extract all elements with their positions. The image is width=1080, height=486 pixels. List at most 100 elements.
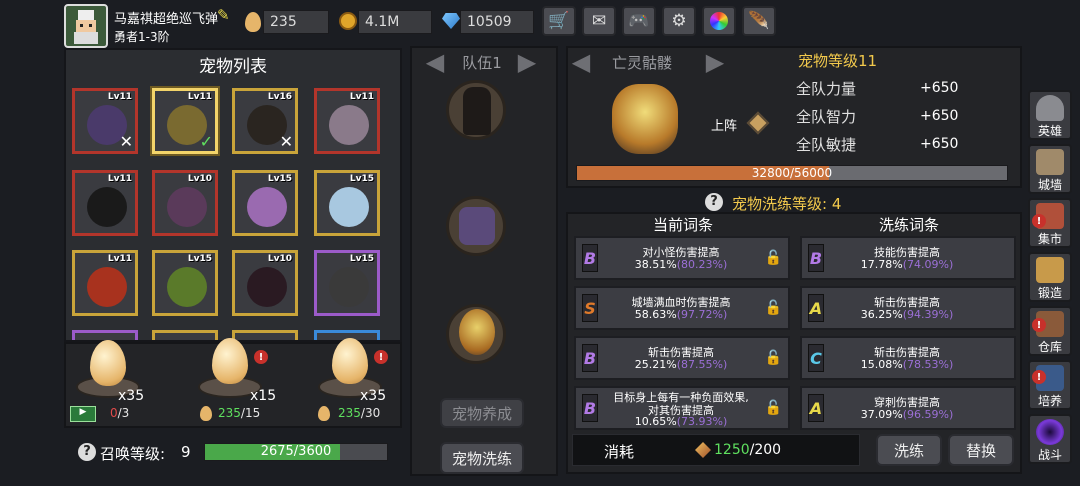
next-pet-arrow-icon[interactable]: ▶ (700, 48, 730, 76)
gold-currency: 4.1M (358, 10, 432, 34)
grade-badge: B (582, 344, 598, 372)
reroll-button[interactable]: 洗练 (876, 434, 942, 466)
gamepad-icon[interactable]: 🎮 (622, 6, 656, 36)
sidebar-item-training[interactable]: 培养 (1028, 360, 1072, 410)
alert-badge-icon: ! (374, 350, 388, 364)
unequip-x-icon: ✕ (279, 132, 293, 151)
shop-icon[interactable]: 🛒 (542, 6, 576, 36)
pet-slot[interactable]: Lv11 (72, 250, 138, 316)
grade-badge: A (808, 394, 824, 422)
pet-xp-text: 32800/56000 (751, 166, 833, 180)
summon-egg-icon[interactable] (212, 338, 248, 384)
prev-pet-arrow-icon[interactable]: ◀ (566, 48, 596, 76)
pet-slot[interactable]: Lv16 ✕ (232, 88, 298, 154)
next-team-arrow-icon[interactable]: ▶ (512, 48, 542, 76)
player-avatar[interactable] (64, 4, 108, 48)
mail-icon[interactable]: ✉ (582, 6, 616, 36)
pet-slot[interactable]: Lv15 (152, 250, 218, 316)
new-affix-row: B 技能伤害提高 17.78%(74.09%) (800, 236, 1016, 280)
checkmark-icon: ✓ (199, 132, 213, 151)
unlock-icon[interactable]: 🔓 (765, 400, 782, 416)
player-rank: 勇者1-3阶 (114, 30, 170, 44)
unlock-icon[interactable]: 🔓 (765, 250, 782, 266)
gold-coin-icon (339, 12, 357, 30)
stat-name: 全队智力 (796, 108, 857, 126)
grade-badge: A (808, 294, 824, 322)
pet-grid: Lv11 ✕ Lv11 ✓ Lv16 ✕ Lv11 Lv11 Lv10 Lv15 Lv… (68, 82, 398, 340)
help-icon[interactable]: ? (705, 193, 723, 211)
summon-xp-bar: 2675/3600 (204, 443, 388, 461)
gem-currency: 10509 (460, 10, 534, 34)
grade-badge: B (582, 394, 598, 422)
alert-badge-icon: ! (254, 350, 268, 364)
pet-slot[interactable]: Lv15 (314, 170, 380, 236)
new-affix-row: A 穿刺伤害提高 37.09%(96.59%) (800, 386, 1016, 430)
turtle-icon (167, 267, 207, 307)
grade-badge: B (582, 244, 598, 272)
prev-team-arrow-icon[interactable]: ◀ (420, 48, 450, 76)
grade-badge: B (808, 244, 824, 272)
dark-bat-icon (247, 267, 287, 307)
video-ad-icon[interactable]: ▶ (70, 406, 96, 422)
scorpion-icon (247, 187, 287, 227)
pet-slot[interactable]: Lv11 ✕ (72, 88, 138, 154)
pet-reroll-button[interactable]: 宠物洗练 (440, 442, 524, 474)
edit-name-icon[interactable]: ✎ (217, 6, 230, 24)
unlock-icon[interactable]: 🔓 (765, 300, 782, 316)
pet-slot[interactable] (72, 330, 138, 340)
egg-count: x15 (250, 388, 277, 404)
sidebar-item-walls[interactable]: 城墙 (1028, 144, 1072, 194)
team-slot[interactable] (446, 80, 506, 140)
pet-slot[interactable]: Lv10 (152, 170, 218, 236)
egg-cost: 0/3 (110, 406, 130, 420)
pet-slot[interactable] (152, 330, 218, 340)
ice-wolf-icon (329, 187, 369, 227)
pet-name: 亡灵骷髅 (612, 54, 673, 72)
fire-bat-icon (167, 187, 207, 227)
stat-value: +650 (920, 136, 959, 152)
team-title: 队伍1 (462, 54, 502, 72)
pet-slot[interactable]: Lv10 (232, 250, 298, 316)
grade-badge: S (582, 294, 598, 322)
pet-enhance-button[interactable]: 宠物养成 (440, 398, 524, 428)
replace-button[interactable]: 替换 (948, 434, 1014, 466)
pet-slot[interactable]: Lv15 (232, 170, 298, 236)
stat-name: 全队力量 (796, 80, 857, 98)
purple-unicorn-icon (459, 207, 495, 245)
egg-cost: 235/30 (338, 406, 381, 420)
alert-badge-icon: ! (1032, 318, 1046, 332)
egg-currency: 235 (263, 10, 329, 34)
pet-xp-bar: 32800/56000 (576, 165, 1008, 181)
gear-icon[interactable]: ⚙ (662, 6, 696, 36)
pet-level: 宠物等级11 (798, 52, 878, 70)
battle-portal-icon (1036, 419, 1064, 445)
grade-badge: C (808, 344, 824, 372)
summon-egg-icon[interactable] (332, 338, 368, 384)
sidebar-item-battle[interactable]: 战斗 (1028, 414, 1072, 464)
pet-slot[interactable] (232, 330, 298, 340)
unlock-icon[interactable]: 🔓 (765, 350, 782, 366)
summon-xp-text: 2675/3600 (260, 444, 332, 459)
sidebar-item-forge[interactable]: 锻造 (1028, 252, 1072, 302)
help-icon[interactable]: ? (78, 443, 96, 461)
current-affix-row: B 对小怪伤害提高 38.51%(80.23%) 🔓 (574, 236, 790, 280)
pet-slot-selected[interactable]: Lv11 ✓ (152, 88, 218, 154)
anvil-icon (1036, 257, 1064, 283)
shutter-icon[interactable] (702, 6, 736, 36)
lava-beast-icon (87, 267, 127, 307)
new-affix-header: 洗练词条 (878, 216, 939, 234)
summon-level-label: 召唤等级: (100, 445, 166, 463)
feather-icon[interactable]: 🪶 (742, 6, 776, 36)
stat-value: +650 (920, 108, 959, 124)
team-slot[interactable] (446, 196, 506, 256)
sidebar-item-heroes[interactable]: 英雄 (1028, 90, 1072, 140)
pet-slot[interactable]: Lv11 (72, 170, 138, 236)
stat-name: 全队敏捷 (796, 136, 857, 154)
summon-egg-icon[interactable] (90, 340, 126, 386)
pet-slot[interactable]: Lv11 (314, 88, 380, 154)
team-slot[interactable] (446, 304, 506, 364)
pet-slot[interactable]: Lv15 (314, 250, 380, 316)
new-affix-row: A 斩击伤害提高 36.25%(94.39%) (800, 286, 1016, 330)
horned-reaper-icon (463, 87, 491, 135)
skull-reaper-icon (87, 187, 127, 227)
